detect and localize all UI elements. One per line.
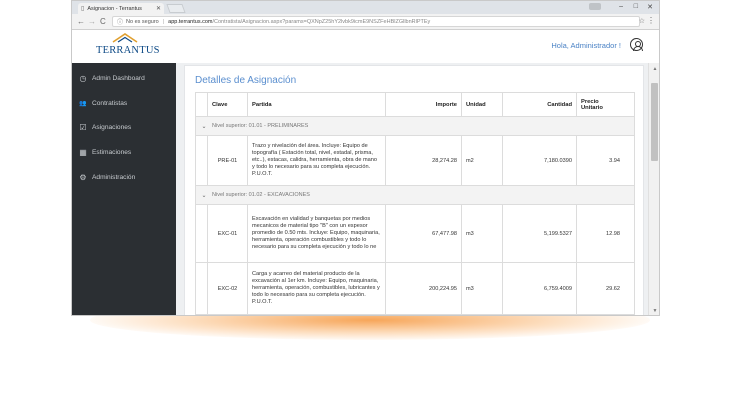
group-row-preliminares[interactable]: ⌄ Nivel superior: 01.01 - PRELIMINARES (196, 117, 634, 136)
tab-close-icon[interactable]: ✕ (156, 5, 161, 12)
cell-precio-unitario: 3.94 (609, 157, 620, 164)
user-greeting[interactable]: Hola, Administrador ! (551, 41, 621, 50)
tab-title: Asignacion - Terrantus (87, 5, 142, 12)
sidebar-item-asignaciones[interactable]: ☑ Asignaciones (78, 121, 131, 133)
cell-unidad: m3 (462, 205, 503, 262)
address-bar: ← → C ⓘ No es seguro | app.terrantus.com… (72, 14, 659, 30)
info-icon[interactable]: ⓘ (117, 17, 123, 26)
scroll-up-icon[interactable]: ▲ (649, 66, 659, 72)
profile-button[interactable] (589, 3, 601, 10)
cell-importe: 28,274.28 (386, 136, 462, 185)
cell-clave: EXC-02 (208, 263, 248, 314)
column-header-cantidad[interactable]: Cantidad (503, 93, 577, 116)
logo-text: TERRANTUS (96, 45, 160, 56)
gear-icon: ⚙ (79, 172, 87, 182)
sidebar-item-estimaciones[interactable]: ▦ Estimaciones (78, 146, 131, 158)
table-row[interactable]: EXC-01 Excavación en vialidad y banqueta… (196, 205, 634, 263)
cell-clave: PRE-01 (208, 136, 248, 185)
checkbox-icon: ☑ (79, 122, 87, 132)
back-arrow-icon[interactable]: ← (77, 17, 85, 26)
cell-cantidad: 7,180.0390 (503, 136, 577, 185)
bookmark-star-icon[interactable]: ☆ (639, 17, 645, 25)
browser-menu-icon[interactable]: ⋮ (647, 16, 655, 25)
scroll-down-icon[interactable]: ▼ (649, 308, 659, 314)
column-header-partida[interactable]: Partida (248, 93, 386, 116)
security-label: No es seguro (126, 18, 159, 25)
users-icon: 👥 (79, 100, 87, 107)
close-window-icon[interactable]: ✕ (647, 3, 653, 11)
cell-precio-unitario: 12.98 (606, 230, 620, 237)
table-header: Clave Partida Importe Unidad Cantidad Pr… (196, 93, 634, 117)
new-tab-button[interactable] (166, 4, 186, 13)
url-host: app.terrantus.com (168, 18, 213, 25)
cell-cantidad: 5,199.5327 (503, 205, 577, 262)
browser-window: ▯ Asignacion - Terrantus ✕ – □ ✕ ← → C ⓘ… (71, 0, 660, 316)
sidebar-item-label: Admin Dashboard (92, 74, 145, 82)
reload-icon[interactable]: C (100, 17, 106, 26)
cell-importe: 200,224.95 (386, 263, 462, 314)
forward-arrow-icon[interactable]: → (88, 17, 96, 26)
sidebar-item-contratistas[interactable]: 👥 Contratistas (78, 97, 127, 109)
sidebar-item-label: Estimaciones (92, 148, 132, 156)
sidebar-item-label: Administración (92, 173, 136, 181)
main-content: Detalles de Asignación Clave Partida Imp… (176, 63, 648, 315)
group-label: Nivel superior: 01.02 - EXCAVACIONES (212, 192, 310, 198)
column-header-clave[interactable]: Clave (208, 93, 248, 116)
sidebar: ◷ Admin Dashboard 👥 Contratistas ☑ Asign… (72, 63, 176, 315)
group-row-excavaciones[interactable]: ⌄ Nivel superior: 01.02 - EXCAVACIONES (196, 186, 634, 205)
chevron-down-icon[interactable]: ⌄ (196, 123, 212, 130)
table-row[interactable]: EXC-02 Carga y acarreo del material prod… (196, 263, 634, 315)
cell-precio-unitario: 29.62 (606, 285, 620, 292)
cell-unidad: m3 (462, 263, 503, 314)
minimize-icon[interactable]: – (619, 3, 623, 10)
scrollbar-thumb[interactable] (651, 83, 658, 161)
column-header-unidad[interactable]: Unidad (462, 93, 503, 116)
expand-column-header (196, 93, 208, 116)
cell-partida: Carga y acarreo del material producto de… (248, 263, 386, 314)
cell-partida: Excavación en vialidad y banquetas por m… (248, 205, 386, 262)
assignment-table: Clave Partida Importe Unidad Cantidad Pr… (195, 92, 635, 315)
cell-cantidad: 6,759.4009 (503, 263, 577, 314)
dashboard-icon: ◷ (79, 73, 87, 83)
page-header: TERRANTUS Hola, Administrador ! (72, 31, 659, 63)
terrantus-logo[interactable]: TERRANTUS (96, 33, 160, 59)
row-spacer (196, 263, 208, 314)
chevron-down-icon[interactable]: ⌄ (196, 192, 212, 199)
row-spacer (196, 136, 208, 185)
browser-tab[interactable]: ▯ Asignacion - Terrantus ✕ (78, 3, 164, 14)
cell-unidad: m2 (462, 136, 503, 185)
logo-roof-icon (112, 33, 138, 43)
maximize-icon[interactable]: □ (634, 3, 638, 10)
table-icon: ▦ (79, 147, 87, 157)
table-row[interactable]: PRE-01 Trazo y nivelación del área. Incl… (196, 136, 634, 186)
column-header-precio-unitario[interactable]: Precio Unitario (577, 93, 624, 116)
vertical-scrollbar[interactable]: ▲ ▼ (648, 63, 659, 315)
cell-importe: 67,477.98 (386, 205, 462, 262)
tab-strip: ▯ Asignacion - Terrantus ✕ – □ ✕ (72, 1, 659, 14)
assignment-card: Detalles de Asignación Clave Partida Imp… (184, 65, 644, 315)
group-label: Nivel superior: 01.01 - PRELIMINARES (212, 123, 309, 129)
page-favicon-icon: ▯ (81, 6, 85, 12)
cell-partida: Trazo y nivelación del área. Incluye: Eq… (248, 136, 386, 185)
sidebar-item-administracion[interactable]: ⚙ Administración (78, 171, 135, 183)
user-account-icon[interactable] (630, 38, 643, 51)
url-path: /Contratista/Asignacion.aspx?params=QXNp… (212, 18, 431, 25)
sidebar-item-admin-dashboard[interactable]: ◷ Admin Dashboard (78, 72, 145, 84)
url-separator: | (162, 18, 165, 25)
cell-clave: EXC-01 (208, 205, 248, 262)
page-title: Detalles de Asignación (195, 75, 297, 86)
row-spacer (196, 205, 208, 262)
column-header-importe[interactable]: Importe (386, 93, 462, 116)
sidebar-item-label: Asignaciones (92, 123, 132, 131)
url-field[interactable]: ⓘ No es seguro | app.terrantus.com /Cont… (112, 16, 640, 27)
screenshot-stage: ▯ Asignacion - Terrantus ✕ – □ ✕ ← → C ⓘ… (0, 0, 730, 397)
sidebar-item-label: Contratistas (92, 99, 128, 107)
